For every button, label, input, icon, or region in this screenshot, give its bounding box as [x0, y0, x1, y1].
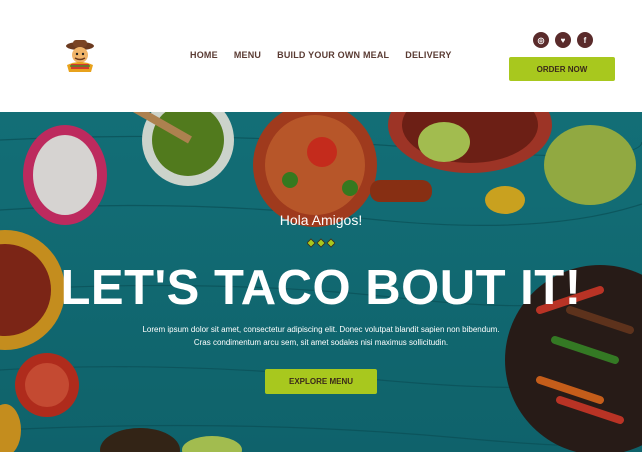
hero-description-line-2: Cras condimentum arcu sem, sit amet soda…: [193, 338, 449, 347]
torn-paper-edge: [0, 96, 642, 109]
diamond-ornament-icon: [307, 238, 335, 248]
social-links: ◎ ♥ f: [533, 32, 593, 48]
nav-item-menu[interactable]: MENU: [234, 50, 261, 60]
instagram-icon[interactable]: ◎: [533, 32, 549, 48]
hero-greeting: Hola Amigos!: [279, 212, 363, 228]
hero-description: Lorem ipsum dolor sit amet, consectetur …: [0, 323, 642, 349]
taco-mascot-logo-icon[interactable]: [64, 38, 96, 74]
main-nav: HOME MENU BUILD YOUR OWN MEAL DELIVERY: [190, 50, 468, 60]
twitter-icon[interactable]: ♥: [555, 32, 571, 48]
explore-menu-button[interactable]: EXPLORE MENU: [265, 369, 377, 394]
order-now-button[interactable]: ORDER NOW: [509, 57, 615, 81]
hero-description-line-1: Lorem ipsum dolor sit amet, consectetur …: [142, 325, 500, 334]
nav-item-delivery[interactable]: DELIVERY: [405, 50, 451, 60]
hero-headline: LET'S TACO BOUT IT!: [60, 261, 582, 315]
nav-item-build-your-own-meal[interactable]: BUILD YOUR OWN MEAL: [277, 50, 389, 60]
nav-item-home[interactable]: HOME: [190, 50, 218, 60]
hero-section: Hola Amigos! LET'S TACO BOUT IT! Lorem i…: [0, 100, 642, 452]
facebook-icon[interactable]: f: [577, 32, 593, 48]
